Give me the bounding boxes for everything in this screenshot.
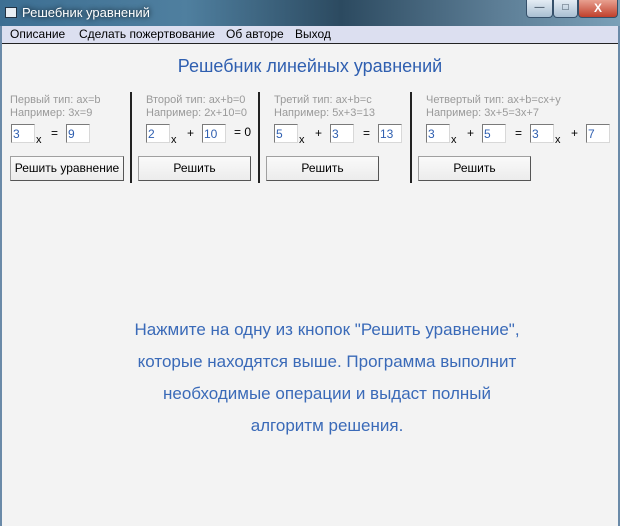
x-label: x bbox=[451, 134, 457, 146]
menu-exit[interactable]: Выход bbox=[295, 27, 331, 41]
type1-label: Первый тип: ax=b bbox=[10, 94, 101, 106]
solve-type4-button[interactable]: Решить bbox=[418, 156, 531, 181]
menu-donate[interactable]: Сделать пожертвование bbox=[79, 27, 215, 41]
x-label: x bbox=[555, 134, 561, 146]
divider bbox=[410, 92, 412, 183]
x-label: x bbox=[36, 134, 42, 146]
type2-b-input[interactable] bbox=[202, 124, 226, 143]
maximize-button[interactable]: □ bbox=[553, 0, 578, 18]
type3-label: Третий тип: ax+b=c bbox=[274, 94, 372, 106]
type1-b-input[interactable] bbox=[66, 124, 90, 143]
x-label: x bbox=[171, 134, 177, 146]
type4-a-input[interactable] bbox=[426, 124, 450, 143]
solve-type1-button[interactable]: Решить уравнение bbox=[10, 156, 124, 181]
page-title: Решебник линейных уравнений bbox=[177, 56, 443, 76]
instruction-line-2: которые находятся выше. Программа выполн… bbox=[137, 352, 517, 371]
menu-description[interactable]: Описание bbox=[10, 27, 65, 41]
type1-example: Например: 3x=9 bbox=[10, 107, 93, 119]
type4-example: Например: 3x+5=3x+7 bbox=[426, 107, 539, 119]
type2-label: Второй тип: ax+b=0 bbox=[146, 94, 246, 106]
type2-a-input[interactable] bbox=[146, 124, 170, 143]
main-panel: Решебник линейных уравнений Первый тип: … bbox=[2, 44, 618, 526]
equals-label: = bbox=[515, 126, 523, 140]
solve-type2-button[interactable]: Решить bbox=[138, 156, 251, 181]
type1-a-input[interactable] bbox=[11, 124, 35, 143]
window-title: Решебник уравнений bbox=[22, 5, 150, 20]
plus-label: + bbox=[571, 126, 579, 140]
plus-label: + bbox=[315, 126, 323, 140]
type3-example: Например: 5x+3=13 bbox=[274, 107, 376, 119]
divider bbox=[130, 92, 132, 183]
plus-label: + bbox=[187, 126, 195, 140]
x-label: x bbox=[299, 134, 305, 146]
plus-label: + bbox=[467, 126, 475, 140]
title-bar: Решебник уравнений — □ X bbox=[0, 0, 620, 26]
instruction-line-3: необходимые операции и выдаст полный bbox=[163, 384, 491, 403]
type4-c-input[interactable] bbox=[530, 124, 554, 143]
app-icon bbox=[5, 7, 17, 18]
minimize-button[interactable]: — bbox=[526, 0, 553, 18]
menu-about-author[interactable]: Об авторе bbox=[226, 27, 284, 41]
instruction-line-4: алгоритм решения. bbox=[250, 416, 404, 435]
type4-label: Четвертый тип: ax+b=cx+y bbox=[426, 94, 561, 106]
instruction-line-1: Нажмите на одну из кнопок "Решить уравне… bbox=[134, 320, 520, 339]
solve-type3-button[interactable]: Решить bbox=[266, 156, 379, 181]
close-button[interactable]: X bbox=[578, 0, 618, 18]
type2-example: Например: 2x+10=0 bbox=[146, 107, 248, 119]
type4-b-input[interactable] bbox=[482, 124, 506, 143]
type4-y-input[interactable] bbox=[586, 124, 610, 143]
type3-c-input[interactable] bbox=[378, 124, 402, 143]
type3-a-input[interactable] bbox=[274, 124, 298, 143]
equals-zero-label: = 0 bbox=[234, 125, 252, 139]
equals-label: = bbox=[51, 126, 59, 140]
equals-label: = bbox=[363, 126, 371, 140]
menu-bar: Описание Сделать пожертвование Об авторе… bbox=[2, 26, 618, 44]
type3-b-input[interactable] bbox=[330, 124, 354, 143]
divider bbox=[258, 92, 260, 183]
